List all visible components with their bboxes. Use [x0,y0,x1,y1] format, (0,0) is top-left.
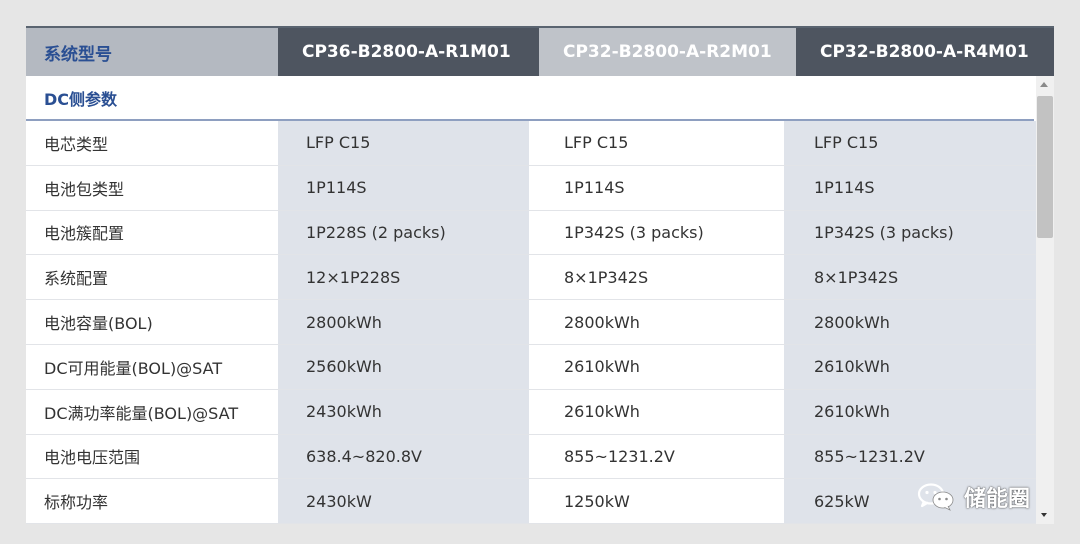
cell-model-2: LFP C15 [533,121,784,165]
watermark: 储能圈 [916,481,1030,513]
row-label: 系统配置 [26,255,278,300]
watermark-text: 储能圈 [964,487,1031,512]
table-row: 电芯类型 LFP C15 LFP C15 LFP C15 [26,121,1036,166]
cell-model-2: 1P114S [533,165,784,210]
spec-table-panel: 系统型号 CP36-B2800-A-R1M01 CP32-B2800-A-R2M… [26,26,1054,524]
vertical-scrollbar[interactable] [1036,76,1054,524]
row-label: 电池容量(BOL) [26,300,278,344]
row-label: 电池电压范围 [26,434,278,479]
table-row: 标称功率 2430kW 1250kW 625kW [26,479,1036,524]
cell-model-2: 2800kWh [533,300,784,344]
cell-model-3: 2610kWh [784,389,1036,434]
cell-model-1: LFP C15 [278,121,529,165]
table-header-row: 系统型号 CP36-B2800-A-R1M01 CP32-B2800-A-R2M… [26,28,1054,76]
table-row: 系统配置 12×1P228S 8×1P342S 8×1P342S [26,255,1036,301]
cell-model-2: 855~1231.2V [533,434,784,479]
row-label: DC满功率能量(BOL)@SAT [26,389,278,434]
cell-model-1: 2800kWh [278,300,529,344]
cell-model-1: 1P114S [278,165,529,210]
header-model-3[interactable]: CP32-B2800-A-R4M01 [796,28,1054,76]
table-row: 电池簇配置 1P228S (2 packs) 1P342S (3 packs) … [26,210,1036,256]
cell-model-2: 1P342S (3 packs) [533,210,784,255]
table-row: 电池电压范围 638.4~820.8V 855~1231.2V 855~1231… [26,434,1036,480]
cell-model-1: 2430kW [278,479,529,524]
cell-model-2: 1250kW [533,479,784,524]
scroll-thumb[interactable] [1037,96,1053,238]
cell-model-1: 638.4~820.8V [278,434,529,479]
row-label: 电芯类型 [26,121,278,165]
cell-model-3: LFP C15 [784,121,1036,165]
cell-model-2: 2610kWh [533,344,784,389]
scroll-down-arrow-icon[interactable] [1041,513,1047,517]
cell-model-1: 1P228S (2 packs) [278,210,529,255]
cell-model-2: 8×1P342S [533,255,784,300]
cell-model-1: 2430kWh [278,389,529,434]
header-label: 系统型号 [26,28,278,76]
table-row: 电池容量(BOL) 2800kWh 2800kWh 2800kWh [26,300,1036,345]
section-title: DC侧参数 [44,90,118,109]
scroll-up-arrow-icon[interactable] [1040,82,1048,87]
cell-model-1: 2560kWh [278,344,529,389]
row-label: 电池包类型 [26,165,278,210]
wechat-icon [917,483,954,511]
table-row: 电池包类型 1P114S 1P114S 1P114S [26,165,1036,211]
cell-model-2: 2610kWh [533,389,784,434]
cell-model-3: 2800kWh [784,300,1036,344]
cell-model-3: 1P114S [784,165,1036,210]
table-row: DC可用能量(BOL)@SAT 2560kWh 2610kWh 2610kWh [26,344,1036,390]
header-model-1[interactable]: CP36-B2800-A-R1M01 [278,28,539,76]
cell-model-1: 12×1P228S [278,255,529,300]
row-label: 电池簇配置 [26,210,278,255]
row-label: 标称功率 [26,479,278,524]
cell-model-3: 8×1P342S [784,255,1036,300]
cell-model-3: 855~1231.2V [784,434,1036,479]
table-row: DC满功率能量(BOL)@SAT 2430kWh 2610kWh 2610kWh [26,389,1036,435]
cell-model-3: 2610kWh [784,344,1036,389]
header-model-2[interactable]: CP32-B2800-A-R2M01 [539,28,796,76]
table-body: 电芯类型 LFP C15 LFP C15 LFP C15 电池包类型 1P114… [26,121,1036,524]
row-label: DC可用能量(BOL)@SAT [26,344,278,389]
cell-model-3: 1P342S (3 packs) [784,210,1036,255]
